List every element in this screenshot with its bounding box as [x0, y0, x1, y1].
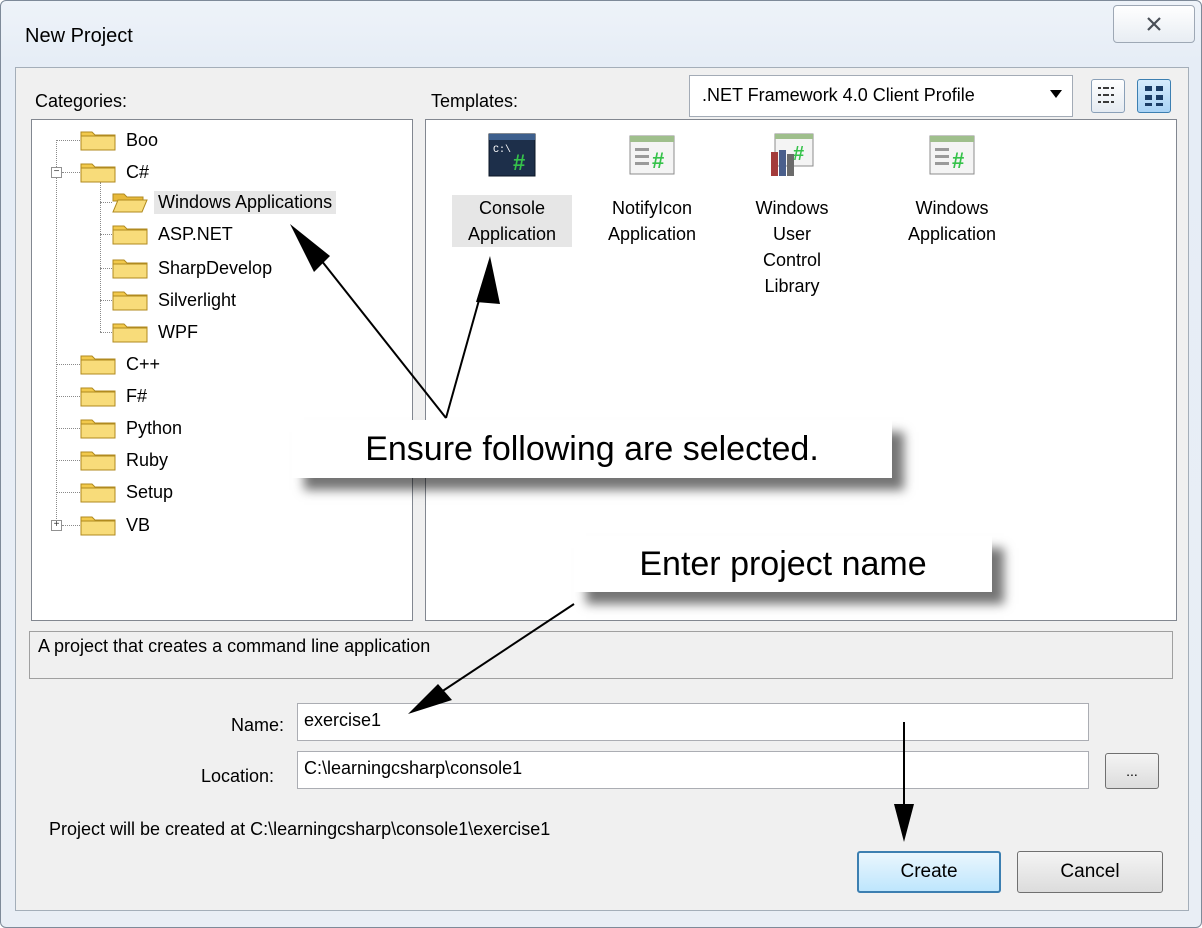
csharp-library-icon: #: [771, 133, 814, 176]
folder-icon: [112, 323, 148, 343]
folder-icon: [80, 163, 116, 183]
description-text: A project that creates a command line ap…: [38, 636, 431, 656]
folder-icon: [80, 387, 116, 407]
svg-text:#: #: [952, 148, 964, 173]
csharp-form-icon: #: [629, 135, 675, 175]
folder-icon: [80, 131, 116, 151]
browse-button[interactable]: ...: [1105, 753, 1159, 789]
folder-icon: [80, 355, 116, 375]
folder-icon: [112, 259, 148, 279]
tree-item-csharp[interactable]: C#: [80, 157, 153, 187]
template-console-application[interactable]: C:\ # Console Application: [452, 130, 572, 247]
tree-item-python[interactable]: Python: [80, 413, 186, 443]
tree-item-sharpdevelop[interactable]: SharpDevelop: [112, 253, 276, 283]
template-label: Console Application: [452, 195, 572, 247]
tree-item-fsharp[interactable]: F#: [80, 381, 151, 411]
svg-text:#: #: [793, 143, 804, 165]
tree-item-boo[interactable]: Boo: [80, 125, 162, 155]
template-label: NotifyIcon Application: [607, 198, 697, 244]
template-windows-user-control-library[interactable]: # Windows User Control Library: [732, 130, 852, 299]
tree-item-cpp[interactable]: C++: [80, 349, 164, 379]
folder-icon: [112, 225, 148, 245]
templates-label: Templates:: [431, 91, 519, 111]
list-view-icon: [1098, 87, 1114, 103]
svg-text:#: #: [652, 148, 664, 173]
categories-tree[interactable]: − + Boo C# Windows Applications ASP.NET …: [31, 119, 413, 621]
framework-dropdown[interactable]: .NET Framework 4.0 Client Profile: [689, 75, 1073, 117]
console-app-icon: C:\ #: [488, 133, 536, 177]
chevron-down-icon: [1050, 90, 1062, 98]
folder-icon: [80, 451, 116, 471]
name-label: Name:: [231, 715, 285, 735]
template-windows-application[interactable]: # Windows Application: [892, 130, 1012, 247]
collapse-csharp-toggle[interactable]: −: [51, 167, 62, 178]
project-path-text: Project will be created at C:\learningcs…: [49, 819, 551, 839]
csharp-form-icon: #: [929, 135, 975, 175]
tree-item-ruby[interactable]: Ruby: [80, 445, 172, 475]
expand-vb-toggle[interactable]: +: [51, 520, 62, 531]
framework-value: .NET Framework 4.0 Client Profile: [702, 85, 975, 105]
folder-icon: [112, 291, 148, 311]
template-notifyicon-application[interactable]: # NotifyIcon Application: [592, 130, 712, 247]
tree-item-windows-applications[interactable]: Windows Applications: [112, 187, 337, 217]
name-input[interactable]: [304, 710, 1055, 731]
folder-icon: [80, 419, 116, 439]
name-field[interactable]: [297, 703, 1089, 741]
dialog-title: New Project: [25, 25, 133, 47]
tree-item-wpf[interactable]: WPF: [112, 317, 202, 347]
categories-label: Categories:: [35, 91, 128, 111]
annotation-callout-name: Enter project name: [574, 536, 992, 592]
tree-item-silverlight[interactable]: Silverlight: [112, 285, 240, 315]
close-icon: [1147, 17, 1161, 31]
template-description: A project that creates a command line ap…: [29, 631, 1173, 679]
location-field[interactable]: [297, 751, 1089, 789]
svg-text:#: #: [513, 150, 525, 175]
folder-icon: [80, 516, 116, 536]
template-label: Windows Application: [907, 198, 997, 244]
large-icons-view-button[interactable]: [1137, 79, 1171, 113]
svg-text:C:\: C:\: [493, 144, 511, 156]
cancel-button[interactable]: Cancel: [1017, 851, 1163, 893]
small-icons-view-button[interactable]: [1091, 79, 1125, 113]
tree-item-setup[interactable]: Setup: [80, 477, 177, 507]
title-bar: New Project: [1, 1, 1201, 67]
open-folder-icon: [112, 193, 148, 213]
template-label: Windows User Control Library: [755, 198, 829, 296]
create-button[interactable]: Create: [857, 851, 1001, 893]
location-input[interactable]: [304, 758, 1055, 779]
tree-item-aspnet[interactable]: ASP.NET: [112, 219, 237, 249]
close-button[interactable]: [1113, 5, 1195, 43]
annotation-callout-selection: Ensure following are selected.: [292, 420, 892, 478]
location-label: Location:: [201, 766, 275, 786]
folder-icon: [80, 483, 116, 503]
tree-item-vb[interactable]: VB: [80, 510, 154, 540]
large-icons-view-icon: [1145, 86, 1163, 106]
